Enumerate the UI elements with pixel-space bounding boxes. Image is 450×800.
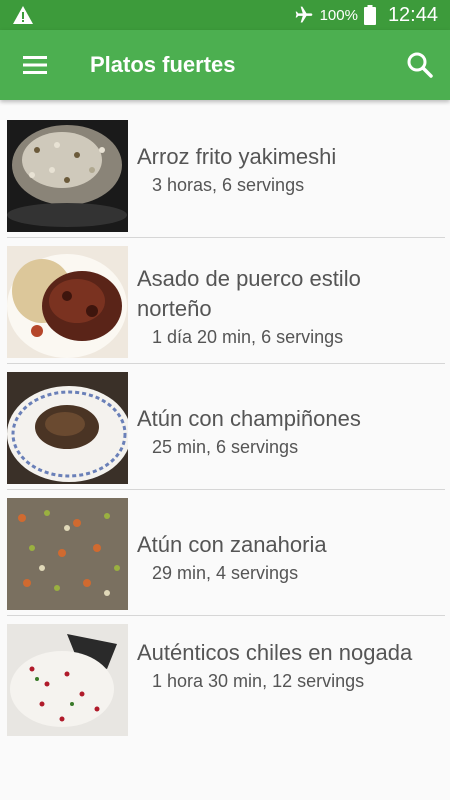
recipe-meta: 3 horas, 6 servings xyxy=(152,175,305,195)
recipe-thumbnail xyxy=(7,120,128,232)
recipe-thumbnail xyxy=(7,498,128,610)
recipe-meta: 29 min, 4 servings xyxy=(152,563,299,583)
recipe-name: Arroz frito yakimeshi xyxy=(137,144,337,169)
divider xyxy=(7,363,445,364)
recipe-thumbnail xyxy=(7,372,128,484)
recipe-meta: 25 min, 6 servings xyxy=(152,437,299,457)
divider xyxy=(7,489,445,490)
recipe-name: Auténticos chiles en nogada xyxy=(137,640,413,665)
recipe-name: Asado de puerco estilo norteño xyxy=(137,266,361,321)
airplane-mode-icon xyxy=(295,6,312,23)
recipe-item[interactable]: Atún con champiñones 25 min, 6 servings xyxy=(0,370,450,496)
recipe-thumbnail xyxy=(7,624,128,736)
battery-percent: 100% xyxy=(319,6,358,24)
recipe-name: Atún con champiñones xyxy=(137,406,361,431)
recipe-item[interactable]: Atún con zanahoria 29 min, 4 servings xyxy=(0,496,450,622)
recipe-text: Asado de puerco estilo norteño 1 día 20 … xyxy=(137,244,440,350)
battery-icon xyxy=(363,5,376,25)
clock: 12:44 xyxy=(387,3,438,26)
recipe-item[interactable]: Asado de puerco estilo norteño 1 día 20 … xyxy=(0,244,450,370)
recipe-text: Arroz frito yakimeshi 3 horas, 6 serving… xyxy=(137,118,440,198)
status-bar: 100% 12:44 xyxy=(0,0,450,30)
divider xyxy=(7,237,445,238)
recipe-item[interactable]: Auténticos chiles en nogada 1 hora 30 mi… xyxy=(0,622,450,748)
recipe-list: Arroz frito yakimeshi 3 horas, 6 serving… xyxy=(0,118,450,748)
recipe-text: Auténticos chiles en nogada 1 hora 30 mi… xyxy=(137,622,440,694)
page-title: Platos fuertes xyxy=(90,52,236,77)
recipe-text: Atún con zanahoria 29 min, 4 servings xyxy=(137,496,440,586)
app-bar: Platos fuertes xyxy=(0,30,450,100)
recipe-name: Atún con zanahoria xyxy=(137,532,327,557)
recipe-meta: 1 día 20 min, 6 servings xyxy=(152,327,344,347)
recipe-item[interactable]: Arroz frito yakimeshi 3 horas, 6 serving… xyxy=(0,118,450,244)
divider xyxy=(7,615,445,616)
menu-icon[interactable] xyxy=(18,50,52,80)
warning-icon xyxy=(13,6,33,24)
recipe-thumbnail xyxy=(7,246,128,358)
status-right: 100% 12:44 xyxy=(294,0,438,30)
recipe-text: Atún con champiñones 25 min, 6 servings xyxy=(137,370,440,460)
recipe-meta: 1 hora 30 min, 12 servings xyxy=(152,671,365,691)
search-icon[interactable] xyxy=(404,49,436,81)
